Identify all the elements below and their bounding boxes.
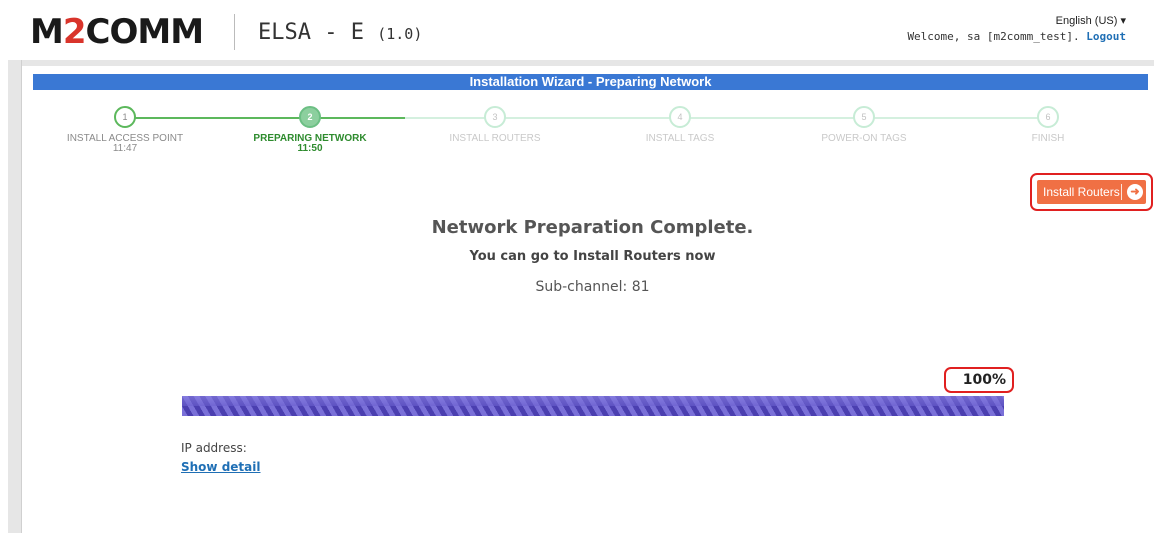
app-version: (1.0) <box>377 25 423 43</box>
install-routers-button[interactable]: Install Routers ➜ <box>1037 180 1146 204</box>
app-header: M2COMM ELSA - E (1.0) English (US) ▾ Wel… <box>0 0 1154 60</box>
chevron-down-icon: ▾ <box>1120 15 1126 27</box>
completion-heading: Network Preparation Complete. <box>431 217 754 238</box>
step-number-circle: 6 <box>1037 106 1059 128</box>
app-title: ELSA - E (1.0) <box>258 20 423 45</box>
wizard-step-2: 2 PREPARING NETWORK 11:50 <box>230 106 390 154</box>
welcome-text: Welcome, sa [m2comm_test]. Logout <box>907 30 1126 43</box>
step-number-circle: 4 <box>669 106 691 128</box>
step-label: INSTALL TAGS <box>645 133 715 144</box>
progress-percent-highlight: 100% <box>944 367 1014 393</box>
wizard-step-3: 3 INSTALL ROUTERS <box>415 106 575 144</box>
language-selector[interactable]: English (US) ▾ <box>1056 14 1126 27</box>
wizard-step-4: 4 INSTALL TAGS <box>600 106 760 144</box>
step-label: INSTALL ROUTERS <box>449 133 541 144</box>
brand-logo: M2COMM <box>30 12 204 52</box>
subchannel-value: Sub-channel: 81 <box>535 279 650 295</box>
header-divider <box>234 14 235 50</box>
arrow-right-circle-icon: ➜ <box>1127 184 1143 200</box>
wizard-step-6: 6 FINISH <box>968 106 1128 144</box>
step-number-circle: 3 <box>484 106 506 128</box>
step-time: 11:50 <box>297 143 323 154</box>
progress-bar <box>182 396 1004 416</box>
step-time: 11:47 <box>112 143 138 154</box>
show-detail-link[interactable]: Show detail <box>181 460 260 474</box>
step-number-circle: 2 <box>299 106 321 128</box>
next-button-highlight: Install Routers ➜ <box>1030 173 1153 211</box>
wizard-title-bar: Installation Wizard - Preparing Network <box>33 74 1148 90</box>
step-number-circle: 1 <box>114 106 136 128</box>
content-frame-top <box>8 60 1154 66</box>
step-number-circle: 5 <box>853 106 875 128</box>
ip-address-label: IP address: <box>181 441 247 455</box>
logout-link[interactable]: Logout <box>1086 30 1126 43</box>
step-label: FINISH <box>1031 133 1065 144</box>
completion-subtext: You can go to Install Routers now <box>469 249 716 264</box>
left-rail <box>8 60 22 533</box>
step-label: POWER-ON TAGS <box>821 133 907 144</box>
wizard-step-1: 1 INSTALL ACCESS POINT 11:47 <box>45 106 205 154</box>
wizard-step-5: 5 POWER-ON TAGS <box>784 106 944 144</box>
progress-percent: 100% <box>962 372 1006 388</box>
progress-bar-fill <box>182 396 1004 416</box>
